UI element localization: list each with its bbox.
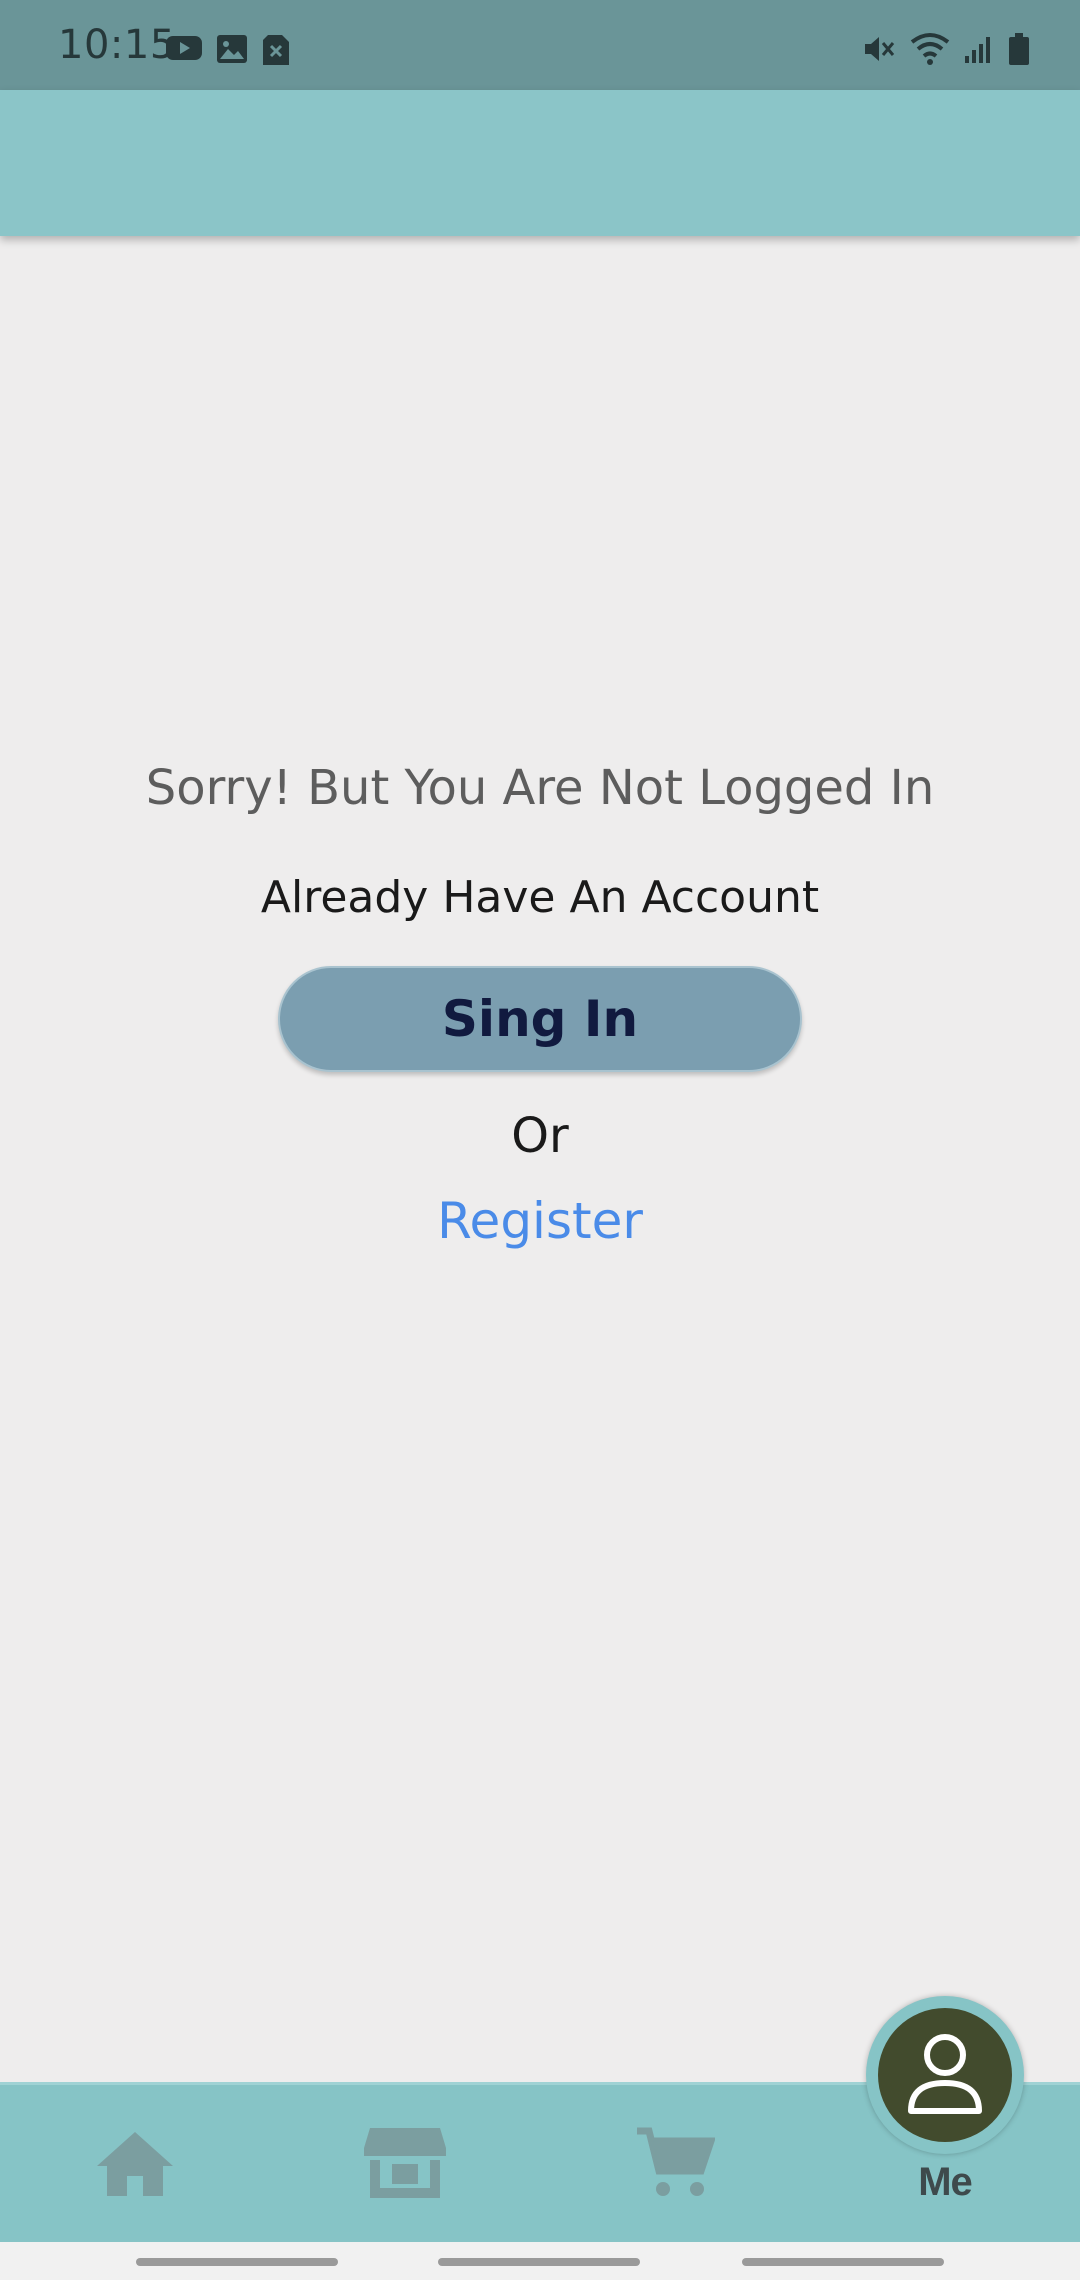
status-time: 10:15	[58, 22, 176, 68]
nav-home[interactable]	[0, 2085, 270, 2245]
not-logged-in-message: Sorry! But You Are Not Logged In	[145, 760, 935, 816]
or-separator-text: Or	[511, 1108, 569, 1164]
youtube-icon	[166, 34, 202, 66]
gesture-pill-right[interactable]	[742, 2258, 944, 2266]
gesture-pill-left[interactable]	[136, 2258, 338, 2266]
gesture-navigation-bar	[0, 2242, 1080, 2280]
user-icon	[905, 2031, 985, 2120]
status-system-icons	[862, 32, 1030, 66]
sim-error-icon	[262, 34, 290, 66]
me-fab-button[interactable]	[878, 2008, 1012, 2142]
image-icon	[216, 34, 248, 66]
vibrate-mute-icon	[862, 32, 896, 66]
store-icon	[362, 2126, 448, 2205]
nav-me-label: Me	[918, 2160, 973, 2204]
status-notification-icons	[166, 34, 290, 66]
cart-icon	[635, 2127, 716, 2204]
register-link[interactable]: Register	[390, 1192, 690, 1250]
nav-cart[interactable]	[540, 2085, 810, 2245]
nav-store[interactable]	[270, 2085, 540, 2245]
sign-in-button[interactable]: Sing In	[278, 966, 802, 1072]
signal-icon	[964, 34, 994, 64]
gesture-pill-center[interactable]	[438, 2258, 640, 2266]
wifi-icon	[910, 32, 950, 66]
home-icon	[95, 2128, 175, 2203]
battery-icon	[1008, 33, 1030, 65]
already-have-account-text: Already Have An Account	[260, 872, 820, 923]
not-logged-in-panel: Sorry! But You Are Not Logged In Already…	[0, 236, 1080, 2082]
status-bar: 10:15	[0, 0, 1080, 90]
app-bar	[0, 90, 1080, 236]
